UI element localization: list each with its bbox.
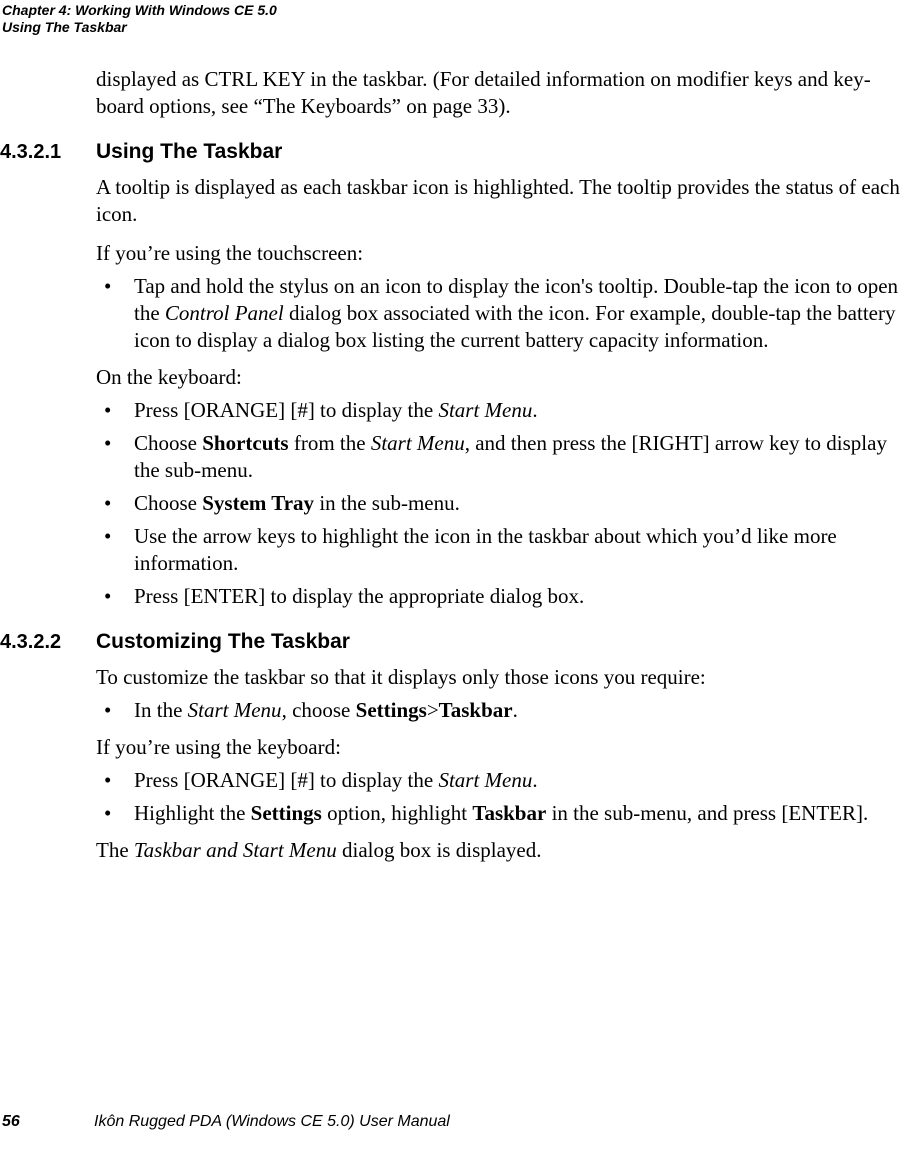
- body-text: displayed as CTRL KEY in the taskbar. (F…: [96, 66, 911, 876]
- intro-line2: board options, see “The Keyboards” on pa…: [96, 94, 511, 118]
- list-item: Press [ORANGE] [#] to display the Start …: [96, 767, 911, 794]
- sec2-p2: If you’re using the keyboard:: [96, 734, 911, 761]
- sec1-p1: A tooltip is displayed as each taskbar i…: [96, 174, 911, 228]
- text-italic: Start Menu: [438, 768, 532, 792]
- list-item: Tap and hold the stylus on an icon to di…: [96, 273, 911, 354]
- section-heading-2: 4.3.2.2 Customizing The Taskbar: [96, 628, 911, 656]
- text-run: .: [532, 768, 537, 792]
- sec2-p3: The Taskbar and Start Menu dialog box is…: [96, 837, 911, 864]
- section-number: 4.3.2.1: [0, 139, 96, 166]
- page-number: 56: [2, 1113, 94, 1131]
- text-bold: Shortcuts: [202, 431, 288, 455]
- sec1-bullets-touch: Tap and hold the stylus on an icon to di…: [96, 273, 911, 354]
- section-title: Using The Taskbar: [96, 138, 282, 165]
- text-run: The: [96, 838, 134, 862]
- text-run: in the sub-menu, and press [ENTER].: [546, 801, 868, 825]
- text-run: Press [ORANGE] [#] to display the: [134, 768, 438, 792]
- text-bold: Taskbar: [472, 801, 546, 825]
- sec2-bullets-1: In the Start Menu, choose Settings>Taskb…: [96, 697, 911, 724]
- text-italic: Start Menu: [438, 398, 532, 422]
- text-run: Press [ORANGE] [#] to display the: [134, 398, 438, 422]
- list-item: In the Start Menu, choose Settings>Taskb…: [96, 697, 911, 724]
- sec2-bullets-2: Press [ORANGE] [#] to display the Start …: [96, 767, 911, 827]
- list-item: Press [ENTER] to display the appropriate…: [96, 583, 911, 610]
- header-section: Using The Taskbar: [2, 19, 277, 36]
- text-run: in the sub-menu.: [314, 491, 460, 515]
- text-run: In the: [134, 698, 188, 722]
- section-number: 4.3.2.2: [0, 629, 96, 656]
- sec1-p3: On the keyboard:: [96, 364, 911, 391]
- sec2-p1: To customize the taskbar so that it disp…: [96, 664, 911, 691]
- text-bold: System Tray: [202, 491, 314, 515]
- book-title: Ikôn Rugged PDA (Windows CE 5.0) User Ma…: [94, 1113, 450, 1130]
- intro-line1: displayed as CTRL KEY in the taskbar. (F…: [96, 67, 871, 91]
- text-run: >: [427, 698, 439, 722]
- running-header: Chapter 4: Working With Windows CE 5.0 U…: [2, 2, 277, 36]
- text-run: Highlight the: [134, 801, 251, 825]
- text-run: .: [532, 398, 537, 422]
- text-italic: Start Menu: [188, 698, 282, 722]
- section-title: Customizing The Taskbar: [96, 628, 350, 655]
- text-italic: Taskbar and Start Menu: [134, 838, 337, 862]
- text-bold: Taskbar: [439, 698, 513, 722]
- list-item: Choose System Tray in the sub-menu.: [96, 490, 911, 517]
- text-run: Choose: [134, 431, 202, 455]
- header-chapter: Chapter 4: Working With Windows CE 5.0: [2, 2, 277, 19]
- text-italic: Control Panel: [165, 301, 284, 325]
- text-bold: Settings: [356, 698, 427, 722]
- section-heading-1: 4.3.2.1 Using The Taskbar: [96, 138, 911, 166]
- list-item: Use the arrow keys to highlight the icon…: [96, 523, 911, 577]
- text-run: .: [513, 698, 518, 722]
- text-run: option, highlight: [322, 801, 473, 825]
- list-item: Press [ORANGE] [#] to display the Start …: [96, 397, 911, 424]
- text-run: Use the arrow keys to highlight the icon…: [134, 524, 837, 575]
- text-run: Press [ENTER] to display the appropriate…: [134, 584, 584, 608]
- sec1-p2: If you’re using the touchscreen:: [96, 240, 911, 267]
- text-run: Choose: [134, 491, 202, 515]
- text-italic: Start Menu: [371, 431, 465, 455]
- text-run: , choose: [282, 698, 356, 722]
- list-item: Choose Shortcuts from the Start Menu, an…: [96, 430, 911, 484]
- list-item: Highlight the Settings option, highlight…: [96, 800, 911, 827]
- sec1-bullets-keyboard: Press [ORANGE] [#] to display the Start …: [96, 397, 911, 610]
- text-run: dialog box is displayed.: [337, 838, 542, 862]
- text-bold: Settings: [251, 801, 322, 825]
- text-run: from the: [289, 431, 371, 455]
- intro-paragraph: displayed as CTRL KEY in the taskbar. (F…: [96, 66, 911, 120]
- running-footer: 56Ikôn Rugged PDA (Windows CE 5.0) User …: [2, 1113, 450, 1131]
